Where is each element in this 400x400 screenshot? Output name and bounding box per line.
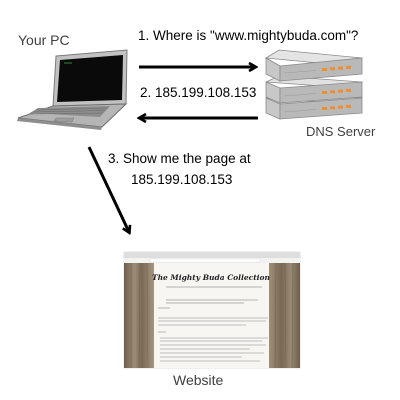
dns-diagram: Your PC DNS Server Website 1. Where is "… xyxy=(17,28,376,388)
website-screenshot: The Mighty Buda Collection xyxy=(123,251,301,369)
website-page-title: The Mighty Buda Collection xyxy=(152,273,270,282)
step-3-label-line2: 185.199.108.153 xyxy=(131,172,232,187)
website-label: Website xyxy=(173,372,224,388)
step-3-label-line1: 3. Show me the page at xyxy=(108,151,251,166)
dns-server-label: DNS Server xyxy=(306,124,376,139)
server-icon xyxy=(264,49,364,120)
step-1-label: 1. Where is "www.mightybuda.com"? xyxy=(138,28,358,43)
step-2-label: 2. 185.199.108.153 xyxy=(140,85,256,100)
pc-label: Your PC xyxy=(18,32,70,48)
laptop-icon xyxy=(17,49,128,130)
